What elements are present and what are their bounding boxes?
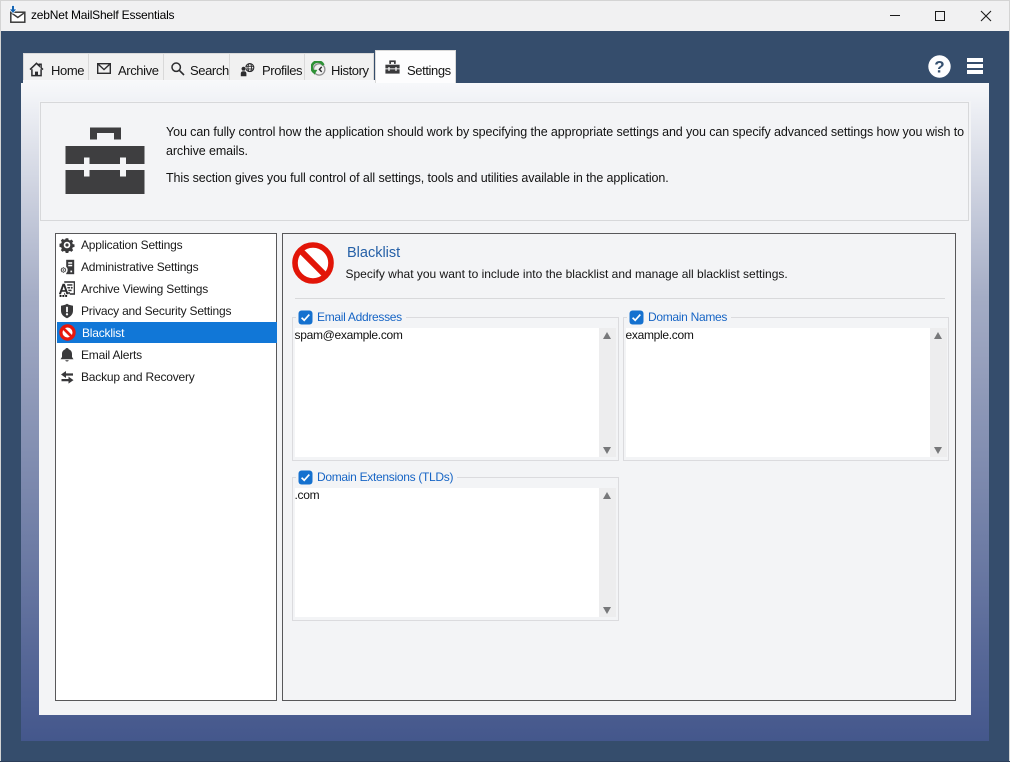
svg-text:?: ? — [934, 57, 944, 76]
